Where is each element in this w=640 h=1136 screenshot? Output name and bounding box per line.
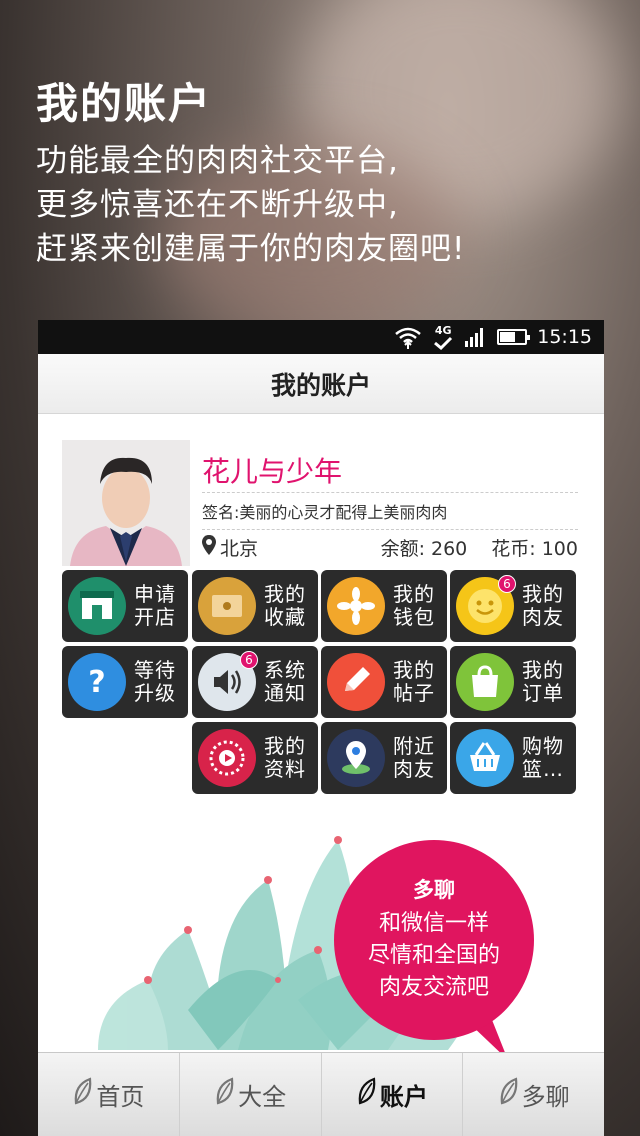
chat-bubble-line: 肉友交流吧 [378, 975, 489, 1000]
promo-line: 更多惊喜还在不断升级中, [36, 187, 399, 223]
shop-icon [68, 577, 126, 635]
shopping-bag-icon [456, 653, 514, 711]
menu-tile[interactable]: 我的资料 [192, 722, 318, 794]
folder-icon [198, 577, 256, 635]
wifi-icon [393, 324, 423, 350]
menu-tile-label: 附近肉友 [393, 734, 435, 781]
leaf-icon [72, 1076, 94, 1113]
profile-dial-icon [198, 729, 256, 787]
menu-tile-label: 系统通知 [264, 658, 306, 705]
status-bar: 4G 15:15 [38, 320, 604, 354]
menu-tile[interactable]: 购物篮… [450, 722, 576, 794]
balance: 余额: 260 [380, 538, 468, 560]
menu-tile[interactable]: 6 我的肉友 [450, 570, 576, 642]
flower-wallet-icon [327, 577, 385, 635]
promo-line: 功能最全的肉肉社交平台, [36, 143, 399, 179]
tab-label: 首页 [96, 1083, 145, 1111]
pencil-icon [327, 653, 385, 711]
smile-friends-icon: 6 [456, 575, 516, 635]
promo-line: 赶紧来创建属于你的肉友圈吧! [36, 231, 466, 267]
battery-icon [497, 329, 531, 345]
menu-tile-label: 我的收藏 [264, 582, 306, 629]
notification-badge: 6 [498, 575, 516, 593]
network-label: 4G [434, 323, 452, 337]
location-label: 北京 [220, 538, 259, 560]
page-title: 我的账户 [38, 354, 604, 414]
menu-tile-label: 我的钱包 [393, 582, 435, 629]
coins: 花币: 100 [491, 538, 578, 560]
menu-tile[interactable]: 我的帖子 [321, 646, 447, 718]
notification-badge: 6 [240, 651, 258, 669]
menu-tile[interactable]: 我的收藏 [192, 570, 318, 642]
user-info-row: 北京 余额: 260 花币: 100 [202, 528, 578, 561]
chat-bubble[interactable]: 多聊 和微信一样 尽情和全国的 肉友交流吧 [334, 840, 534, 1040]
leaf-icon [356, 1076, 378, 1113]
leaf-icon [498, 1076, 520, 1113]
menu-tile-label: 我的肉友 [522, 582, 564, 629]
tab-label: 大全 [238, 1083, 287, 1111]
tab-label: 多聊 [521, 1083, 570, 1111]
basket-icon [456, 729, 514, 787]
location: 北京 [202, 534, 381, 561]
bottom-tab-bar: 首页 大全 账户 多聊 [38, 1052, 604, 1136]
tab-item[interactable]: 多聊 [463, 1053, 604, 1136]
location-pin-icon [202, 535, 216, 560]
menu-tile[interactable]: 附近肉友 [321, 722, 447, 794]
menu-tile[interactable]: 我的订单 [450, 646, 576, 718]
menu-tile-label: 申请开店 [134, 582, 176, 629]
promo-text: 我的账户 功能最全的肉肉社交平台, 更多惊喜还在不断升级中, 赶紧来创建属于你的… [36, 70, 465, 271]
menu-tile[interactable]: ? 等待升级 [62, 646, 188, 718]
menu-tile[interactable]: 申请开店 [62, 570, 188, 642]
tab-item[interactable]: 大全 [180, 1053, 322, 1136]
network-4g-icon: 4G [433, 324, 453, 350]
menu-tile[interactable]: 6 系统通知 [192, 646, 318, 718]
menu-tile-label: 购物篮… [522, 734, 564, 781]
tab-item[interactable]: 账户 [322, 1053, 464, 1136]
chat-bubble-line: 和微信一样 [378, 911, 489, 936]
leaf-icon [214, 1076, 236, 1113]
question-icon: ? [68, 653, 126, 711]
menu-tile-label: 我的帖子 [393, 658, 435, 705]
chat-bubble-title: 多聊 [413, 878, 455, 902]
menu-tile-label: 等待升级 [134, 658, 176, 705]
tab-label: 账户 [379, 1083, 428, 1111]
svg-text:?: ? [88, 665, 105, 700]
user-name: 花儿与少年 [202, 455, 343, 488]
speaker-icon: 6 [198, 651, 258, 711]
location-pin-icon [327, 729, 385, 787]
signal-icon [463, 324, 487, 350]
avatar[interactable] [62, 440, 190, 566]
chat-bubble-line: 尽情和全国的 [367, 943, 500, 968]
menu-tile-label: 我的订单 [522, 658, 564, 705]
menu-tile-label: 我的资料 [264, 734, 306, 781]
promo-title: 我的账户 [36, 79, 213, 128]
status-time: 15:15 [537, 326, 592, 348]
user-signature: 签名:美丽的心灵才配得上美丽肉肉 [202, 492, 578, 530]
tab-item[interactable]: 首页 [38, 1053, 180, 1136]
profile-card: 花儿与少年 签名:美丽的心灵才配得上美丽肉肉 北京 余额: 260 花币: 10… [62, 440, 578, 566]
phone-screen: 4G 15:15 我的账户 花儿与少年 签名:美丽的心灵才配得上美丽肉肉 北京 … [38, 320, 604, 1136]
menu-tile[interactable]: 我的钱包 [321, 570, 447, 642]
